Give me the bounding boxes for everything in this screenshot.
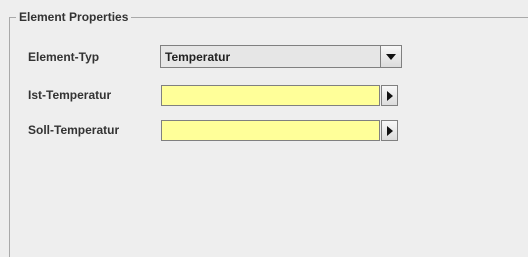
ist-temperatur-row: Ist-Temperatur bbox=[28, 85, 160, 105]
ist-temperatur-label: Ist-Temperatur bbox=[28, 88, 112, 102]
element-type-value: Temperatur bbox=[165, 49, 231, 64]
ist-temperatur-arrow-button[interactable] bbox=[381, 85, 398, 106]
chevron-down-icon bbox=[386, 53, 396, 60]
dropdown-button[interactable] bbox=[380, 46, 401, 67]
ist-temperatur-field[interactable] bbox=[161, 85, 380, 106]
element-type-dropdown[interactable]: Temperatur bbox=[160, 45, 402, 68]
soll-temperatur-arrow-button[interactable] bbox=[381, 120, 398, 141]
element-properties-panel: Element Properties Element-Typ Temperatu… bbox=[0, 0, 528, 257]
soll-temperatur-label: Soll-Temperatur bbox=[28, 123, 120, 137]
element-type-label: Element-Typ bbox=[28, 50, 100, 64]
arrow-right-icon bbox=[386, 90, 393, 101]
soll-temperatur-row: Soll-Temperatur bbox=[28, 120, 160, 140]
soll-temperatur-field[interactable] bbox=[161, 120, 380, 141]
arrow-right-icon bbox=[386, 125, 393, 136]
panel-title: Element Properties bbox=[16, 9, 132, 25]
element-type-row: Element-Typ bbox=[28, 47, 160, 67]
